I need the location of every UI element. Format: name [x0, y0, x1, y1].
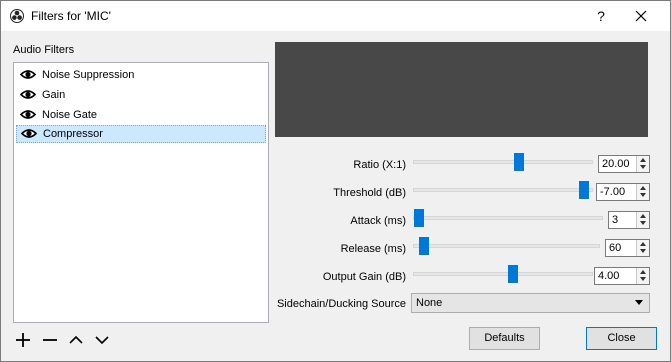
defaults-button[interactable]: Defaults: [469, 327, 540, 350]
chevron-down-icon: [635, 300, 643, 305]
filter-label: Gain: [42, 89, 66, 101]
filter-item-noise-suppression[interactable]: Noise Suppression: [16, 66, 266, 84]
eye-icon[interactable]: [20, 89, 36, 100]
window-close-icon[interactable]: [626, 6, 656, 26]
output-gain-spin-buttons[interactable]: [636, 268, 649, 284]
release-spinbox[interactable]: 60: [605, 239, 650, 257]
spin-down-icon[interactable]: [639, 248, 647, 255]
filter-item-compressor[interactable]: Compressor: [16, 125, 266, 143]
spin-down-icon[interactable]: [639, 164, 647, 171]
audio-filters-label: Audio Filters: [13, 44, 75, 56]
output-gain-value: 4.00: [598, 270, 620, 282]
filter-label: Noise Suppression: [42, 69, 135, 81]
eye-icon[interactable]: [21, 128, 37, 139]
release-slider[interactable]: [413, 237, 600, 255]
attack-slider[interactable]: [413, 209, 603, 227]
window-title: Filters for 'MIC': [31, 9, 111, 23]
attack-spin-buttons[interactable]: [636, 212, 649, 228]
attack-slider-thumb[interactable]: [414, 209, 424, 227]
spin-up-icon[interactable]: [639, 241, 647, 248]
filter-preview: [275, 42, 648, 137]
move-up-icon[interactable]: [67, 331, 85, 349]
release-slider-thumb[interactable]: [419, 237, 430, 255]
output-gain-spinbox[interactable]: 4.00: [594, 267, 650, 285]
title-bar: Filters for 'MIC' ?: [1, 1, 670, 31]
remove-filter-icon[interactable]: [41, 331, 59, 349]
ratio-value: 20.00: [602, 158, 630, 170]
spin-up-icon[interactable]: [639, 213, 647, 220]
sidechain-select[interactable]: None: [411, 293, 650, 313]
move-down-icon[interactable]: [93, 331, 111, 349]
sidechain-label: Sidechain/Ducking Source: [276, 298, 406, 310]
output-gain-label: Output Gain (dB): [322, 271, 406, 283]
ratio-slider[interactable]: [413, 153, 593, 171]
add-filter-icon[interactable]: [14, 331, 32, 349]
output-gain-slider[interactable]: [413, 265, 593, 283]
filter-label: Noise Gate: [42, 109, 98, 121]
ratio-spin-buttons[interactable]: [636, 156, 649, 172]
release-spin-buttons[interactable]: [636, 240, 649, 256]
threshold-slider[interactable]: [413, 181, 593, 199]
ratio-spinbox[interactable]: 20.00: [598, 155, 650, 173]
attack-value: 3: [612, 214, 619, 226]
ratio-slider-thumb[interactable]: [514, 153, 525, 171]
release-value: 60: [609, 242, 622, 254]
release-label: Release (ms): [340, 243, 406, 255]
threshold-spin-buttons[interactable]: [636, 184, 649, 200]
threshold-slider-thumb[interactable]: [578, 181, 589, 199]
filter-item-noise-gate[interactable]: Noise Gate: [16, 106, 266, 124]
threshold-label: Threshold (dB): [333, 187, 406, 199]
spin-down-icon[interactable]: [639, 276, 647, 283]
attack-label: Attack (ms): [350, 215, 406, 227]
sidechain-value: None: [416, 297, 443, 309]
close-button[interactable]: Close: [586, 327, 657, 350]
threshold-value: -7.00: [600, 186, 626, 198]
spin-down-icon[interactable]: [639, 192, 647, 199]
output-gain-slider-thumb[interactable]: [507, 265, 518, 283]
eye-icon[interactable]: [20, 69, 36, 80]
spin-down-icon[interactable]: [639, 220, 647, 227]
ratio-label: Ratio (X:1): [353, 159, 406, 171]
filter-label: Compressor: [43, 128, 103, 140]
spin-up-icon[interactable]: [639, 157, 647, 164]
filter-item-gain[interactable]: Gain: [16, 86, 266, 104]
help-button[interactable]: ?: [586, 6, 616, 26]
spin-up-icon[interactable]: [639, 185, 647, 192]
filter-list: Noise Suppression Gain Noise Gate Compre…: [13, 62, 269, 323]
obs-logo-icon: [10, 9, 24, 23]
threshold-spinbox[interactable]: -7.00: [596, 183, 650, 201]
filters-dialog: Filters for 'MIC' ? Audio Filters Noise …: [0, 0, 671, 362]
attack-spinbox[interactable]: 3: [608, 211, 650, 229]
eye-icon[interactable]: [20, 109, 36, 120]
spin-up-icon[interactable]: [639, 269, 647, 276]
